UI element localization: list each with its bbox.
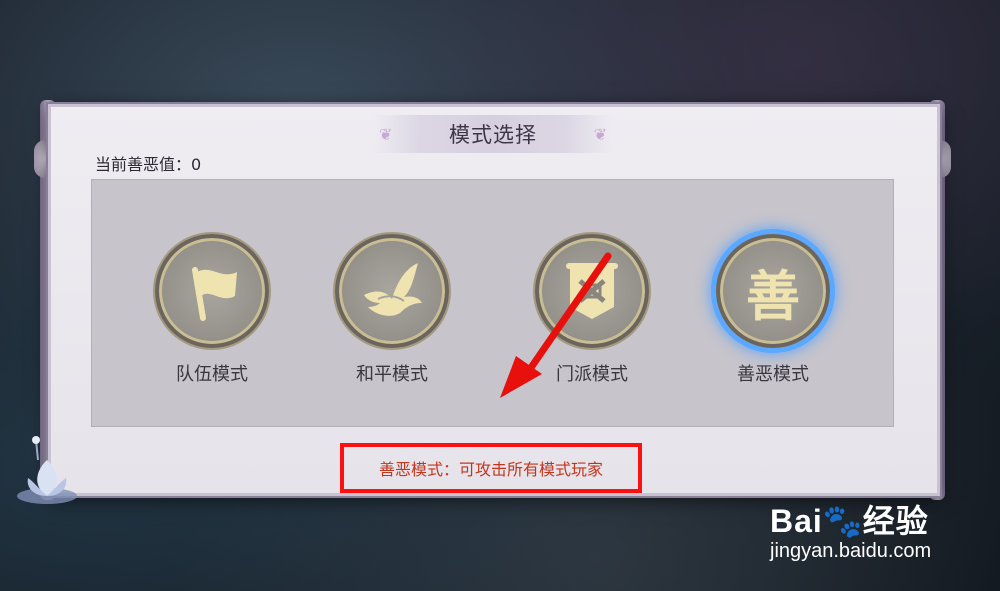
karma-value-label: 当前善恶值：0 bbox=[95, 155, 202, 174]
mode-select-dialog: ❦ 模式选择 ❦ 当前善恶值：0 队伍模式 和平模式 门派模式 善 善恶模式 善… bbox=[48, 104, 940, 496]
mode-description-highlight: 善恶模式：可攻击所有模式玩家 bbox=[340, 443, 642, 493]
mode-description: 善恶模式：可攻击所有模式玩家 bbox=[378, 460, 603, 479]
mode-options-panel: 队伍模式 和平模式 门派模式 善 善恶模式 bbox=[91, 179, 894, 427]
title-ornament-left-icon: ❦ bbox=[379, 125, 393, 144]
sect-banner-icon[interactable] bbox=[535, 234, 649, 348]
karma-icon[interactable]: 善 bbox=[716, 234, 830, 348]
mode-label-peace: 和平模式 bbox=[356, 364, 428, 385]
dove-icon[interactable] bbox=[335, 234, 449, 348]
mode-option-sect[interactable]: 门派模式 bbox=[512, 234, 672, 386]
mode-option-karma[interactable]: 善 善恶模式 bbox=[693, 234, 853, 386]
mode-option-team[interactable]: 队伍模式 bbox=[132, 234, 292, 386]
lotus-icon bbox=[17, 436, 77, 504]
dialog-title-banner: ❦ 模式选择 ❦ bbox=[373, 115, 613, 153]
mode-label-sect: 门派模式 bbox=[556, 364, 628, 385]
paw-icon: 🐾 bbox=[822, 503, 864, 539]
karma-glyph: 善 bbox=[746, 263, 800, 328]
mode-label-karma: 善恶模式 bbox=[737, 364, 809, 385]
dialog-title: 模式选择 bbox=[449, 123, 537, 147]
watermark-site: jingyan.baidu.com bbox=[770, 540, 932, 562]
watermark-brand: Bai🐾经验 bbox=[770, 503, 929, 539]
mode-option-peace[interactable]: 和平模式 bbox=[312, 234, 472, 386]
title-ornament-right-icon: ❦ bbox=[593, 125, 607, 144]
flag-icon[interactable] bbox=[155, 234, 269, 348]
mode-label-team: 队伍模式 bbox=[176, 364, 248, 385]
baidu-jingyan-watermark: Bai🐾经验 jingyan.baidu.com bbox=[770, 496, 970, 576]
